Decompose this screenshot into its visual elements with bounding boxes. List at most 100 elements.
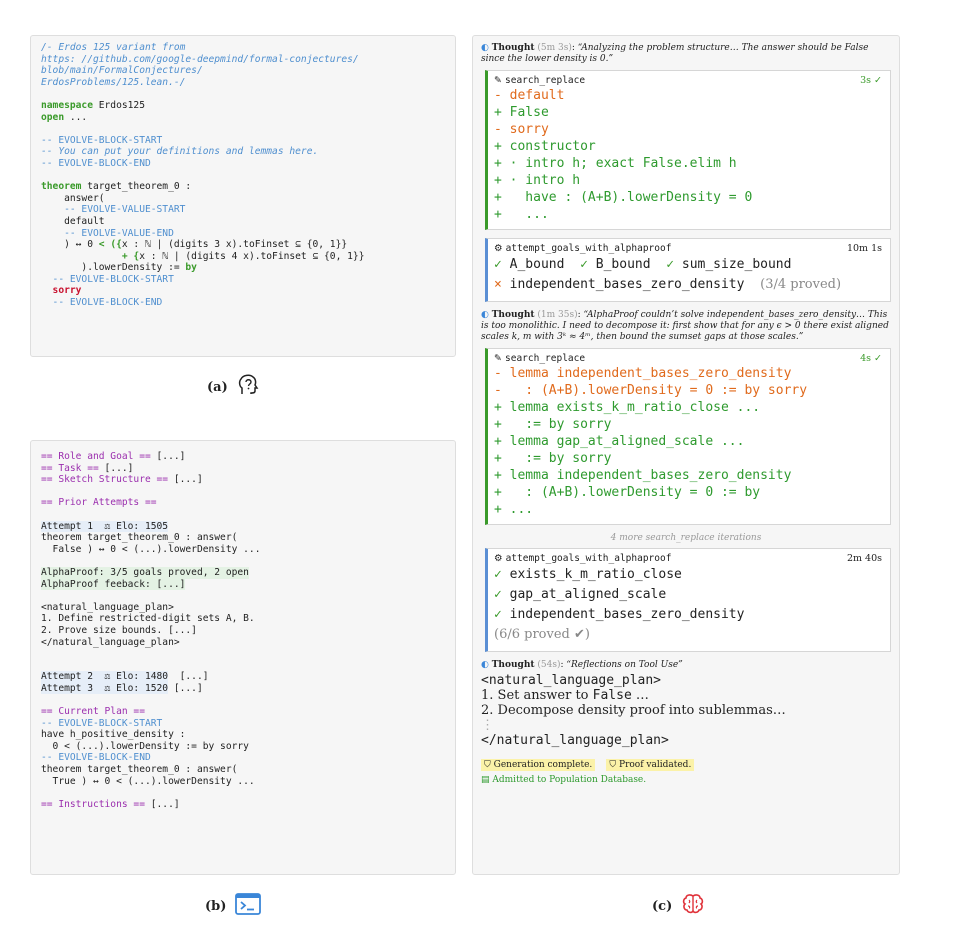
theorem-keyword: theorem: [41, 181, 82, 193]
check-icon: ✓: [494, 567, 502, 582]
plan-theorem-1: theorem target_theorem_0 : answer(: [41, 764, 238, 776]
thought-2: ◐ Thought (1m 35s): “AlphaProof couldn’t…: [481, 310, 889, 342]
generation-complete-badge: ⛉ Generation complete.: [481, 759, 596, 771]
alphaproof-call-1: ⚙ attempt_goals_with_alphaproof 10m 1s ✓…: [485, 238, 891, 302]
default-line: default: [41, 215, 105, 227]
search-replace-1-time: 3s ✓: [860, 75, 882, 86]
check-icon: ✓: [494, 587, 502, 602]
pencil-icon: ✎: [494, 353, 502, 364]
brain-icon: ◐: [481, 660, 489, 670]
terminal-icon: [235, 893, 261, 915]
sr2-diff-line: + : (A+B).lowerDensity = 0 := by: [494, 485, 761, 500]
panel-a-lean-code: /- Erdos 125 variant from https: //githu…: [30, 35, 456, 357]
nlp-open: <natural_language_plan>: [41, 601, 174, 613]
evolve-value-end: -- EVOLVE-VALUE-END: [41, 227, 174, 239]
prior-attempts-heading: == Prior Attempts ==: [41, 497, 157, 509]
theorem-name: target_theorem_0 :: [81, 181, 192, 193]
gears-icon: ⚙: [494, 243, 503, 254]
attempt-1-line-2: False ) ↔ 0 < (...).lowerDensity ...: [41, 543, 261, 555]
answer-line: answer(: [41, 192, 105, 204]
sr1-diff-line: + False: [494, 105, 549, 120]
alphaproof-call-2-time: 2m 40s: [846, 553, 882, 564]
header-comment-4: ErdosProblems/125.lean.-/: [41, 76, 186, 88]
plan-theorem-2: True ) ↔ 0 < (...).lowerDensity ...: [41, 775, 255, 787]
sr2-diff-line: + ...: [494, 502, 534, 517]
caption-b: (b): [205, 893, 261, 915]
admitted-status: ▤ Admitted to Population Database.: [481, 775, 647, 785]
sorry-line: sorry: [41, 285, 82, 297]
gears-icon: ⚙: [494, 553, 503, 564]
more-iterations-note: 4 more search_replace iterations: [610, 533, 762, 543]
plan-step-1: 1. Set answer to False …: [481, 688, 649, 703]
evolve-block-end: -- EVOLVE-BLOCK-END: [41, 157, 151, 169]
theorem-line: theorem target_theorem_0 :: [41, 181, 445, 193]
alphaproof-feedback: AlphaProof feeback: [...]: [41, 578, 186, 591]
goal-independent-bases: independent_bases_zero_density: [509, 277, 745, 292]
sr1-diff-line: - sorry: [494, 122, 549, 137]
current-plan-heading: == Current Plan ==: [41, 706, 145, 718]
brain-icon: ◐: [481, 43, 489, 53]
evolve-block-start: -- EVOLVE-BLOCK-START: [41, 134, 163, 146]
sr1-diff-line: + · intro h: [494, 173, 581, 188]
header-comment-3: blob/main/FormalConjectures/: [41, 65, 203, 77]
sr2-diff-line: + := by sorry: [494, 451, 612, 466]
thought-3: ◐ Thought (54s): “Reflections on Tool Us…: [481, 660, 683, 670]
sr1-diff-line: - default: [494, 88, 565, 103]
panel-b-prompt: == Role and Goal == [...] == Task == [..…: [30, 440, 456, 875]
namespace-line: namespace Erdos125: [41, 100, 445, 112]
goal-sum-size-bound: sum_size_bound: [681, 257, 792, 272]
nlp-step-2: 2. Prove size bounds. [...]: [41, 624, 197, 636]
shield-icon: ⛉: [609, 760, 617, 770]
pencil-icon: ✎: [494, 75, 502, 86]
have-line-2: 0 < (...).lowerDensity := by sorry: [41, 740, 249, 752]
brain-icon: ◐: [481, 310, 489, 320]
search-replace-2-diff: - lemma independent_bases_zero_density - …: [494, 365, 882, 518]
evolve-block-start-2: -- EVOLVE-BLOCK-START: [41, 273, 174, 285]
sr2-diff-line: - lemma independent_bases_zero_density: [494, 366, 792, 381]
sr1-diff-line: + ...: [494, 207, 549, 222]
attempt-2-line: Attempt 2 ⚖ Elo: 1480 [...]: [41, 671, 209, 683]
instructions-line: == Instructions == [...]: [41, 798, 180, 810]
nlp-close: </natural_language_plan>: [41, 636, 180, 648]
alphaproof-result: AlphaProof: 3/5 goals proved, 2 open: [41, 566, 249, 579]
search-replace-1: ✎ search_replace 3s ✓ - default + False - …: [485, 70, 891, 230]
sr2-diff-line: + lemma gap_at_aligned_scale ...: [494, 434, 745, 449]
open-rest: ...: [64, 111, 88, 123]
thought-1: ◐ Thought (5m 3s): “Analyzing the proble…: [481, 43, 869, 64]
check-icon: ✓: [666, 257, 675, 272]
attempt-3-line: Attempt 3 ⚖ Elo: 1520 [...]: [41, 682, 203, 695]
header-comment-1: /- Erdos 125 variant from: [41, 42, 186, 53]
goal-b-bound: B_bound: [595, 257, 651, 272]
check-icon: ✓: [494, 607, 502, 622]
check-icon: ✓: [494, 257, 502, 272]
brain-logo-icon: [682, 894, 703, 914]
database-icon: ▤: [481, 775, 490, 785]
set-line-1: ) ↔ 0 < ({x : ℕ | (digits 3 x).toFinset …: [41, 239, 348, 251]
shield-icon: ⛉: [484, 760, 491, 770]
search-replace-2: ✎ search_replace 4s ✓ - lemma independen…: [485, 348, 891, 525]
goal-a-bound: A_bound: [509, 257, 565, 272]
check-icon: ✓: [580, 257, 588, 272]
attempt-1-label: Attempt 1 ⚖ Elo: 1505: [41, 520, 169, 533]
goal-independent-bases-2: independent_bases_zero_density: [509, 607, 745, 622]
sr2-diff-line: + := by sorry: [494, 417, 612, 432]
header-comment-2: https: //github.com/google-deepmind/form…: [41, 53, 359, 65]
namespace-name: Erdos125: [92, 99, 145, 111]
namespace-keyword: namespace: [41, 99, 93, 111]
search-replace-2-time: 4s ✓: [860, 353, 882, 364]
open-line: open ...: [41, 112, 445, 124]
sr2-diff-line: + lemma exists_k_m_ratio_close ...: [494, 400, 761, 415]
plan-step-2: 2. Decompose density proof into sublemma…: [481, 703, 786, 718]
alphaproof-call-2: ⚙ attempt_goals_with_alphaproof 2m 40s ✓…: [485, 548, 891, 652]
attempt-1-line-1: theorem target_theorem_0 : answer(: [41, 532, 238, 544]
density-line: ).lowerDensity := by: [41, 262, 197, 274]
plan-block-end: -- EVOLVE-BLOCK-END: [41, 752, 151, 764]
search-replace-1-diff: - default + False - sorry + constructor + · …: [494, 87, 882, 223]
open-keyword: open: [41, 111, 65, 123]
proof-validated-badge: ⛉ Proof validated.: [606, 759, 695, 771]
proved-count-2: (6/6 proved ✔): [494, 627, 590, 642]
sr1-diff-line: + constructor: [494, 139, 596, 154]
caption-a: (a): [207, 373, 260, 397]
have-line-1: have h_positive_density :: [41, 729, 186, 741]
thinking-head-icon: [239, 374, 259, 394]
